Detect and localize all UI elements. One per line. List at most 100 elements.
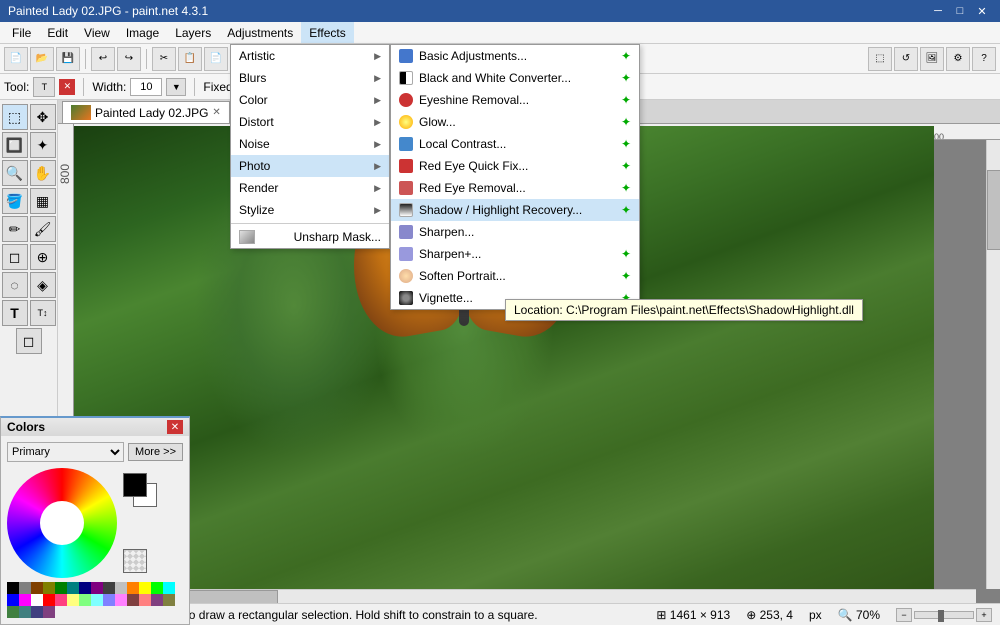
new-button[interactable]: 📄 <box>4 47 28 71</box>
palette-cell[interactable] <box>19 606 31 618</box>
paste-button[interactable]: 📄 <box>204 47 228 71</box>
palette-cell[interactable] <box>67 582 79 594</box>
palette-cell[interactable] <box>79 582 91 594</box>
palette-cell[interactable] <box>163 594 175 606</box>
tool-icon-1[interactable]: ⬚ <box>868 47 892 71</box>
palette-cell[interactable] <box>7 582 19 594</box>
open-button[interactable]: 📂 <box>30 47 54 71</box>
palette-cell[interactable] <box>115 582 127 594</box>
menu-blurs[interactable]: Blurs ▶ <box>231 67 389 89</box>
move-tool[interactable]: ✥ <box>30 104 56 130</box>
color-wheel[interactable] <box>7 468 117 578</box>
close-button[interactable]: ✕ <box>972 3 992 19</box>
zoom-tool[interactable]: 🔍 <box>2 160 28 186</box>
photo-red-eye-removal[interactable]: Red Eye Removal... ✦ <box>391 177 639 199</box>
undo-button[interactable]: ↩ <box>91 47 115 71</box>
palette-cell[interactable] <box>127 582 139 594</box>
shapes-tool[interactable]: ◻ <box>16 328 42 354</box>
menu-photo[interactable]: Photo ▶ <box>231 155 389 177</box>
menu-layers[interactable]: Layers <box>167 22 219 43</box>
menu-view[interactable]: View <box>76 22 118 43</box>
palette-cell[interactable] <box>103 582 115 594</box>
menu-noise[interactable]: Noise ▶ <box>231 133 389 155</box>
palette-cell[interactable] <box>55 582 67 594</box>
width-dropdown[interactable]: ▼ <box>166 78 186 96</box>
menu-artistic[interactable]: Artistic ▶ <box>231 45 389 67</box>
photo-shadow-highlight[interactable]: Shadow / Highlight Recovery... ✦ <box>391 199 639 221</box>
vscroll-thumb[interactable] <box>987 170 1000 250</box>
tool-icon-5[interactable]: ? <box>972 47 996 71</box>
palette-cell[interactable] <box>19 594 31 606</box>
palette-cell[interactable] <box>7 594 19 606</box>
brush-tool[interactable]: 🖌 <box>30 216 56 242</box>
palette-cell[interactable] <box>115 594 127 606</box>
width-input[interactable] <box>130 78 162 96</box>
menu-adjustments[interactable]: Adjustments <box>219 22 301 43</box>
menu-stylize[interactable]: Stylize ▶ <box>231 199 389 221</box>
menu-color[interactable]: Color ▶ <box>231 89 389 111</box>
palette-cell[interactable] <box>43 606 55 618</box>
redo-button[interactable]: ↪ <box>117 47 141 71</box>
photo-red-eye-quick[interactable]: Red Eye Quick Fix... ✦ <box>391 155 639 177</box>
pan-tool[interactable]: ✋ <box>30 160 56 186</box>
palette-cell[interactable] <box>163 582 175 594</box>
eraser-tool[interactable]: ◻ <box>2 244 28 270</box>
tool-icon-2[interactable]: ↺ <box>894 47 918 71</box>
palette-cell[interactable] <box>79 594 91 606</box>
palette-cell[interactable] <box>19 582 31 594</box>
sharpen-tool[interactable]: ◈ <box>30 272 56 298</box>
copy-button[interactable]: 📋 <box>178 47 202 71</box>
palette-cell[interactable] <box>151 594 163 606</box>
palette-cell[interactable] <box>7 606 19 618</box>
menu-image[interactable]: Image <box>118 22 167 43</box>
minimize-button[interactable]: ─ <box>928 3 948 19</box>
palette-cell[interactable] <box>43 594 55 606</box>
gradient-tool[interactable]: ▦ <box>30 188 56 214</box>
palette-cell[interactable] <box>91 594 103 606</box>
photo-bw-converter[interactable]: Black and White Converter... ✦ <box>391 67 639 89</box>
pencil-tool[interactable]: ✏ <box>2 216 28 242</box>
tool-cancel[interactable]: ✕ <box>59 79 75 95</box>
photo-sharpen[interactable]: Sharpen... <box>391 221 639 243</box>
color-mode-select[interactable]: Primary Secondary <box>7 442 124 462</box>
palette-cell[interactable] <box>139 582 151 594</box>
clone-tool[interactable]: ⊕ <box>30 244 56 270</box>
tool-icon-4[interactable]: ⚙ <box>946 47 970 71</box>
horizontal-scrollbar[interactable] <box>58 589 976 603</box>
maximize-button[interactable]: □ <box>950 3 970 19</box>
blur-tool[interactable]: ◌ <box>2 272 28 298</box>
more-colors-button[interactable]: More >> <box>128 443 183 461</box>
menu-distort[interactable]: Distort ▶ <box>231 111 389 133</box>
zoom-slider[interactable] <box>914 611 974 619</box>
zoom-in-button[interactable]: + <box>976 608 992 622</box>
palette-cell[interactable] <box>67 594 79 606</box>
palette-cell[interactable] <box>31 594 43 606</box>
palette-cell[interactable] <box>91 582 103 594</box>
palette-cell[interactable] <box>43 582 55 594</box>
palette-cell[interactable] <box>55 594 67 606</box>
palette-cell[interactable] <box>151 582 163 594</box>
menu-edit[interactable]: Edit <box>39 22 76 43</box>
rectangle-select-tool[interactable]: ⬚ <box>2 104 28 130</box>
transparency-swatch[interactable] <box>123 549 147 573</box>
primary-color-swatch[interactable] <box>123 473 147 497</box>
photo-soften-portrait[interactable]: Soften Portrait... ✦ <box>391 265 639 287</box>
text-tool[interactable]: T <box>2 300 28 326</box>
magic-wand[interactable]: ✦ <box>30 132 56 158</box>
save-button[interactable]: 💾 <box>56 47 80 71</box>
photo-basic-adjustments[interactable]: Basic Adjustments... ✦ <box>391 45 639 67</box>
lasso-tool[interactable]: 🔲 <box>2 132 28 158</box>
photo-eyeshine[interactable]: Eyeshine Removal... ✦ <box>391 89 639 111</box>
tool-icon-3[interactable]: 🖼 <box>920 47 944 71</box>
palette-cell[interactable] <box>103 594 115 606</box>
tool-select-btn[interactable]: T <box>33 77 55 97</box>
vertical-scrollbar[interactable] <box>986 140 1000 589</box>
paint-bucket[interactable]: 🪣 <box>2 188 28 214</box>
font-size-tool[interactable]: T↕ <box>30 300 56 326</box>
photo-local-contrast[interactable]: Local Contrast... ✦ <box>391 133 639 155</box>
menu-unsharp-mask[interactable]: Unsharp Mask... <box>231 226 389 248</box>
photo-sharpen-plus[interactable]: Sharpen+... ✦ <box>391 243 639 265</box>
zoom-slider-thumb[interactable] <box>938 610 944 622</box>
palette-cell[interactable] <box>31 606 43 618</box>
menu-effects[interactable]: Effects <box>301 22 353 43</box>
